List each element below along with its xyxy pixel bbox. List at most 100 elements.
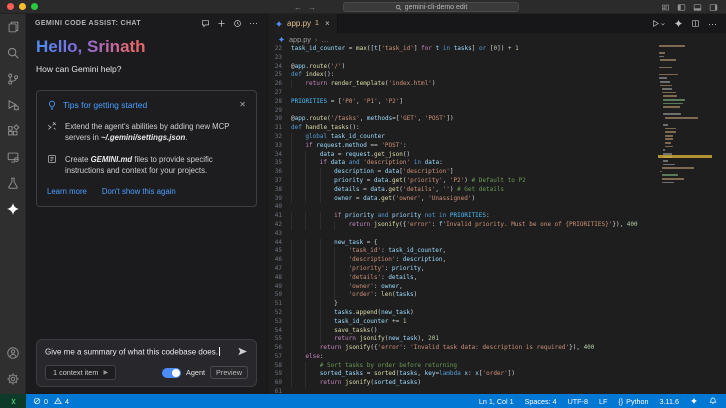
code-line[interactable]: 22 task_id_counter = max([t['task_id'] fo… [268,45,658,54]
code-line[interactable]: 25 def index(): [268,71,658,80]
code-line[interactable]: 37 priority = data.get('priority', 'P2') … [268,176,658,186]
line-number[interactable]: 55 [268,335,291,344]
code-line[interactable]: 43 [268,230,658,239]
gemini-actions-icon[interactable] [674,19,683,28]
close-icon[interactable]: ✕ [239,101,246,109]
line-number[interactable]: 44 [268,239,291,248]
code-line[interactable]: 60 return jsonify(sorted_tasks) [268,379,658,389]
line-number[interactable]: 43 [268,230,291,239]
sidebar-item-gemini[interactable] [0,196,26,222]
send-icon[interactable] [237,346,248,357]
code-line[interactable]: 52 tasks.append(new_task) [268,308,658,318]
code-line[interactable]: 53 task_id_counter += 1 [268,317,658,327]
problems-status[interactable]: 0 4 [33,397,69,406]
code-line[interactable]: 46'description': description, [268,256,658,265]
code-line[interactable]: 42 return jsonify({'error': f'Invalid pri… [268,220,658,230]
sidebar-item-search[interactable] [0,40,26,66]
dismiss-link[interactable]: Don't show this again [102,187,176,196]
code-area[interactable]: 22 task_id_counter = max([t['task_id'] fo… [268,45,658,394]
new-chat-icon[interactable] [217,19,226,28]
line-number[interactable]: 28 [268,98,291,107]
code-line[interactable]: 59 sorted_tasks = sorted(tasks, key=lambd… [268,370,658,380]
code-line[interactable]: 56 return jsonify({'error': 'Invalid task… [268,344,658,353]
line-number[interactable]: 42 [268,221,291,230]
code-line[interactable]: 26 return render_template('index.html') [268,80,658,89]
code-line[interactable]: 55 return jsonify(new_task), 201 [268,335,658,345]
line-number[interactable]: 41 [268,212,291,221]
code-line[interactable]: 44 new_task = { [268,238,658,248]
line-number[interactable]: 37 [268,177,291,186]
code-line[interactable]: 28 PRIORITIES = ['P0', 'P1', 'P2'] [268,98,658,107]
line-number[interactable]: 60 [268,379,291,388]
notifications-bell-icon[interactable] [709,397,717,405]
code-line[interactable]: 32 global task_id_counter [268,132,658,142]
code-line[interactable]: 50'order': len(tasks) [268,291,658,301]
line-number[interactable]: 33 [268,142,291,151]
eol-status[interactable]: LF [599,397,607,406]
chat-input[interactable]: Give me a summary of what this codebase … [45,346,237,356]
sidebar-item-accounts[interactable] [0,340,26,366]
more-actions-icon[interactable]: ⋯ [249,18,258,27]
code-line[interactable]: 34 data = request.get_json() [268,150,658,160]
line-number[interactable]: 23 [268,54,291,63]
line-number[interactable]: 27 [268,89,291,98]
line-number[interactable]: 34 [268,151,291,160]
history-icon[interactable] [233,19,242,28]
sidebar-item-testing[interactable] [0,170,26,196]
breadcrumb-file[interactable]: app.py [289,35,311,44]
code-line[interactable]: 31 def handle_tasks(): [268,124,658,133]
code-line[interactable]: 30 @app.route('/tasks', methods=['GET', '… [268,115,658,124]
agent-toggle[interactable] [161,367,181,378]
code-line[interactable]: 33 if request.method == 'POST': [268,141,658,151]
feedback-icon[interactable] [201,19,210,28]
code-line[interactable]: 48'details': details, [268,273,658,283]
code-line[interactable]: 27 [268,89,658,98]
remote-indicator[interactable] [0,394,26,408]
line-number[interactable]: 31 [268,124,291,133]
code-line[interactable]: 51} [268,300,658,309]
breadcrumb-symbol[interactable]: … [321,35,328,44]
toggle-secondary-sidebar-icon[interactable] [709,3,718,12]
line-number[interactable]: 40 [268,203,291,212]
code-line[interactable]: 49'owner': owner, [268,282,658,292]
gemini-status-icon[interactable] [690,397,698,405]
code-line[interactable]: 36 description = data['description'] [268,168,658,177]
line-number[interactable]: 54 [268,327,291,336]
code-line[interactable]: 41 if priority and priority not in PRIORI… [268,212,658,221]
language-mode-status[interactable]: {} Python [618,397,648,406]
code-line[interactable]: 58 # Sort tasks by order before returning [268,361,658,371]
line-number[interactable]: 29 [268,107,291,116]
line-number[interactable]: 30 [268,115,291,124]
line-number[interactable]: 57 [268,353,291,362]
code-line[interactable]: 39 owner = data.get('owner', 'Unassigned'… [268,194,658,204]
split-editor-icon[interactable] [691,19,700,28]
line-number[interactable]: 52 [268,309,291,318]
line-number[interactable]: 39 [268,195,291,204]
sidebar-item-remote-explorer[interactable] [0,144,26,170]
line-number[interactable]: 53 [268,318,291,327]
cursor-position-status[interactable]: Ln 1, Col 1 [479,397,514,406]
indentation-status[interactable]: Spaces: 4 [525,397,557,406]
line-number[interactable]: 47 [268,265,291,274]
line-number[interactable]: 38 [268,186,291,195]
line-number[interactable]: 48 [268,274,291,283]
line-number[interactable]: 25 [268,71,291,80]
sidebar-item-explorer[interactable] [0,14,26,40]
line-number[interactable]: 22 [268,45,291,54]
code-line[interactable]: 24 @app.route('/') [268,63,658,72]
line-number[interactable]: 45 [268,247,291,256]
code-line[interactable]: 38 details = data.get('details', '') # Ge… [268,185,658,195]
toggle-panel-icon[interactable] [693,3,702,12]
line-number[interactable]: 26 [268,80,291,89]
editor-scrollbar[interactable] [712,45,726,394]
nav-back-icon[interactable]: ← [294,3,302,12]
sidebar-item-extensions[interactable] [0,118,26,144]
close-tab-icon[interactable]: × [325,19,330,28]
line-number[interactable]: 49 [268,283,291,292]
line-number[interactable]: 58 [268,362,291,371]
line-number[interactable]: 59 [268,370,291,379]
learn-more-link[interactable]: Learn more [47,187,87,196]
minimize-window-button[interactable] [19,3,26,10]
code-line[interactable]: 29 [268,107,658,116]
maximize-window-button[interactable] [31,3,38,10]
